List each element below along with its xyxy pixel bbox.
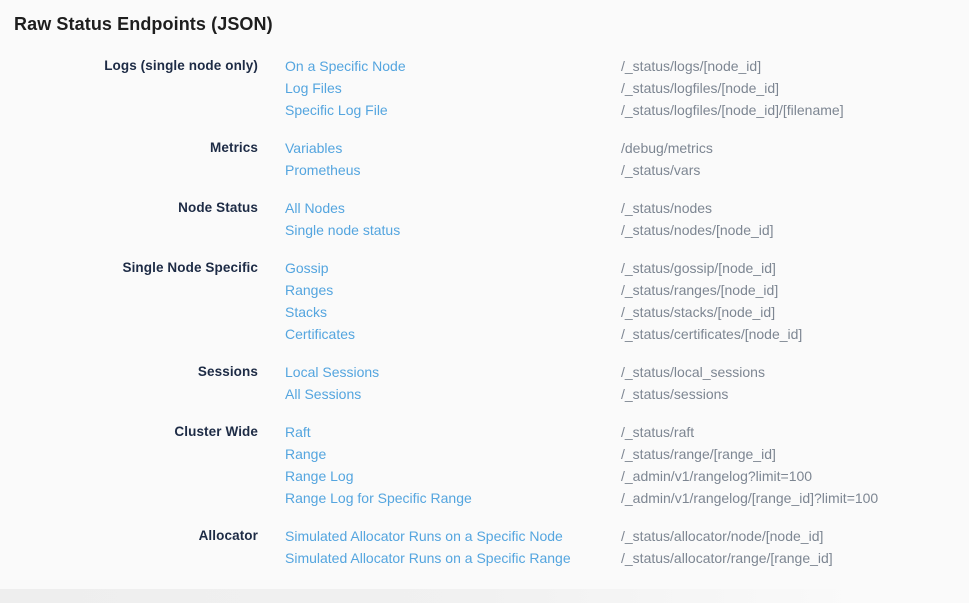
endpoint-path: /_status/range/[range_id]	[621, 443, 959, 465]
endpoint-path: /_status/logfiles/[node_id]	[621, 77, 959, 99]
endpoint-path: /_status/certificates/[node_id]	[621, 323, 959, 345]
endpoint-path: /_status/logfiles/[node_id]/[filename]	[621, 99, 959, 121]
endpoint-link[interactable]: Range	[285, 443, 621, 465]
endpoint-path: /_admin/v1/rangelog/[range_id]?limit=100	[621, 487, 959, 509]
endpoint-link[interactable]: Raft	[285, 421, 621, 443]
endpoint-section: SessionsLocal SessionsAll Sessions/_stat…	[0, 361, 969, 405]
endpoint-path: /_status/ranges/[node_id]	[621, 279, 959, 301]
endpoint-links-column: Local SessionsAll Sessions	[258, 361, 621, 405]
endpoint-link[interactable]: Stacks	[285, 301, 621, 323]
endpoint-section: Cluster WideRaftRangeRange LogRange Log …	[0, 421, 969, 509]
endpoint-path: /_status/allocator/node/[node_id]	[621, 525, 959, 547]
endpoint-links-column: On a Specific NodeLog FilesSpecific Log …	[258, 55, 621, 121]
endpoint-links-column: All NodesSingle node status	[258, 197, 621, 241]
endpoint-path: /_status/sessions	[621, 383, 959, 405]
endpoint-path: /_status/gossip/[node_id]	[621, 257, 959, 279]
endpoint-paths-column: /_status/gossip/[node_id]/_status/ranges…	[621, 257, 969, 345]
endpoint-link[interactable]: Specific Log File	[285, 99, 621, 121]
endpoint-link[interactable]: All Nodes	[285, 197, 621, 219]
endpoint-paths-column: /debug/metrics/_status/vars	[621, 137, 969, 181]
endpoint-path: /_status/raft	[621, 421, 959, 443]
endpoint-section: Allocator Simulated Allocator Runs on a S…	[0, 525, 969, 569]
category-label: Allocator	[0, 525, 258, 569]
endpoint-path: /_status/stacks/[node_id]	[621, 301, 959, 323]
endpoint-link[interactable]: Gossip	[285, 257, 621, 279]
endpoint-section: Logs (single node only)On a Specific Nod…	[0, 55, 969, 121]
category-label: Node Status	[0, 197, 258, 241]
endpoint-links-column: Simulated Allocator Runs on a Specific N…	[258, 525, 621, 569]
endpoints-table: Logs (single node only)On a Specific Nod…	[0, 55, 969, 585]
endpoint-links-column: VariablesPrometheus	[258, 137, 621, 181]
endpoint-paths-column: /_status/logs/[node_id]/_status/logfiles…	[621, 55, 969, 121]
endpoint-link[interactable]: Range Log	[285, 465, 621, 487]
endpoint-links-column: GossipRangesStacksCertificates	[258, 257, 621, 345]
endpoint-link[interactable]: On a Specific Node	[285, 55, 621, 77]
endpoint-link[interactable]: Ranges	[285, 279, 621, 301]
endpoint-paths-column: /_status/raft/_status/range/[range_id]/_…	[621, 421, 969, 509]
endpoint-paths-column: /_status/nodes/_status/nodes/[node_id]	[621, 197, 969, 241]
endpoint-path: /debug/metrics	[621, 137, 959, 159]
category-label: Metrics	[0, 137, 258, 181]
endpoint-paths-column: /_status/local_sessions/_status/sessions	[621, 361, 969, 405]
endpoint-link[interactable]: Simulated Allocator Runs on a Specific R…	[285, 547, 621, 569]
endpoint-link[interactable]: Local Sessions	[285, 361, 621, 383]
endpoint-link[interactable]: Certificates	[285, 323, 621, 345]
endpoint-path: /_status/allocator/range/[range_id]	[621, 547, 959, 569]
endpoint-link[interactable]: Prometheus	[285, 159, 621, 181]
endpoint-section: Single Node SpecificGossipRangesStacksCe…	[0, 257, 969, 345]
category-label: Single Node Specific	[0, 257, 258, 345]
footer-shade	[0, 589, 880, 603]
endpoint-link[interactable]: Variables	[285, 137, 621, 159]
category-label: Cluster Wide	[0, 421, 258, 509]
category-label: Logs (single node only)	[0, 55, 258, 121]
page-title: Raw Status Endpoints (JSON)	[14, 12, 273, 36]
endpoint-link[interactable]: Log Files	[285, 77, 621, 99]
endpoint-path: /_status/logs/[node_id]	[621, 55, 959, 77]
endpoint-link[interactable]: All Sessions	[285, 383, 621, 405]
endpoint-link[interactable]: Simulated Allocator Runs on a Specific N…	[285, 525, 621, 547]
category-label: Sessions	[0, 361, 258, 405]
endpoint-section: MetricsVariablesPrometheus/debug/metrics…	[0, 137, 969, 181]
endpoint-paths-column: /_status/allocator/node/[node_id]/_statu…	[621, 525, 969, 569]
endpoint-link[interactable]: Single node status	[285, 219, 621, 241]
endpoint-links-column: RaftRangeRange LogRange Log for Specific…	[258, 421, 621, 509]
endpoint-link[interactable]: Range Log for Specific Range	[285, 487, 621, 509]
endpoint-path: /_status/nodes	[621, 197, 959, 219]
endpoint-section: Node StatusAll NodesSingle node status/_…	[0, 197, 969, 241]
endpoint-path: /_status/nodes/[node_id]	[621, 219, 959, 241]
endpoint-path: /_status/vars	[621, 159, 959, 181]
endpoint-path: /_status/local_sessions	[621, 361, 959, 383]
endpoint-path: /_admin/v1/rangelog?limit=100	[621, 465, 959, 487]
